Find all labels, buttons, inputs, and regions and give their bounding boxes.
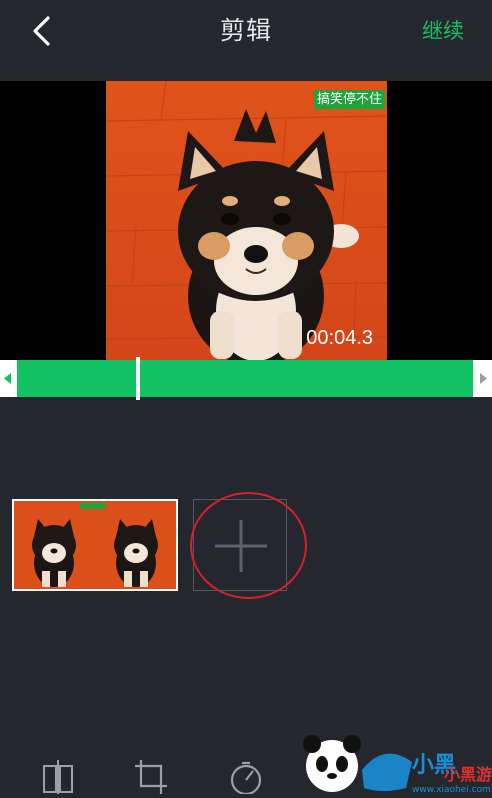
trim-timeline[interactable] (17, 360, 473, 397)
clip-thumbnail[interactable] (12, 499, 178, 591)
speed-icon (230, 761, 262, 796)
split-icon (43, 760, 73, 794)
playhead[interactable] (136, 357, 140, 400)
video-preview[interactable]: 搞笑停不住 00:04.3 (0, 81, 492, 360)
continue-button[interactable]: 继续 (422, 0, 464, 62)
brand-watermark: 小黑 小黑游戏 www.xiaohei.com (294, 722, 492, 795)
brand-url: www.xiaohei.com (412, 785, 491, 795)
crop-button[interactable] (133, 758, 169, 794)
video-timestamp: 00:04.3 (306, 327, 373, 349)
split-button[interactable] (40, 758, 76, 794)
brand-text: 小黑游戏 (444, 765, 492, 784)
triangle-left-icon (4, 373, 11, 384)
video-watermark-label: 搞笑停不住 (313, 90, 385, 109)
crop-icon (135, 760, 167, 794)
plus-icon (215, 520, 267, 572)
video-frame: 搞笑停不住 00:04.3 (106, 81, 387, 360)
speed-button[interactable] (228, 758, 264, 796)
page-title: 剪辑 (219, 16, 272, 45)
add-clip-button[interactable] (193, 499, 287, 591)
trim-handle-right[interactable] (473, 360, 492, 397)
triangle-right-icon (480, 373, 487, 384)
trim-handle-left[interactable] (0, 360, 17, 397)
shiba-dog-image (106, 81, 387, 360)
panda-logo-icon: 小黑 小黑游戏 www.xiaohei.com (303, 735, 492, 795)
top-bar: 剪辑 继续 (0, 0, 492, 70)
clip-thumbnail-image (14, 501, 176, 589)
